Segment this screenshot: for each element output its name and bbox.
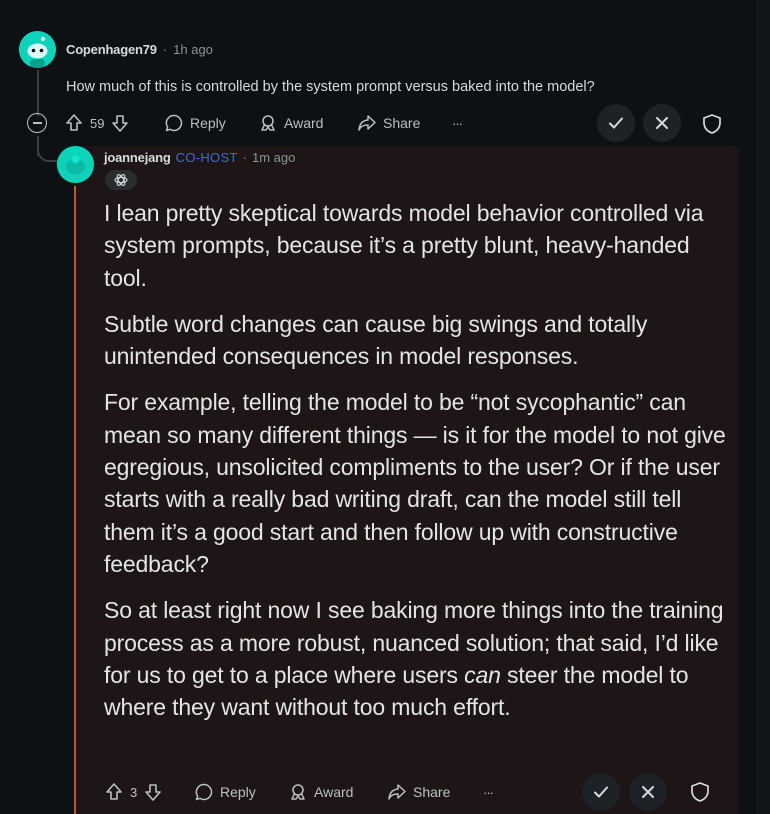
timestamp[interactable]: 1h ago [173,42,213,57]
reply-header: joannejang CO-HOST · 1m ago [104,148,295,166]
remove-button[interactable] [629,773,667,811]
upvote-icon[interactable] [104,782,124,802]
scrollbar[interactable] [756,0,770,814]
close-icon [642,786,654,798]
avatar[interactable] [57,146,94,183]
vote-group: 59 [64,109,130,137]
vote-count: 3 [130,784,138,800]
award-icon [261,115,275,131]
shield-icon [691,782,709,802]
minus-icon [32,122,42,124]
more-options-button[interactable]: ··· [452,109,463,137]
share-label: Share [383,115,421,131]
checkmark-icon [594,786,608,798]
snoo-avatar-icon [19,31,56,68]
reply-paragraph: Subtle word changes can cause big swings… [104,310,648,370]
close-icon [656,117,668,129]
comment-header: Copenhagen79 · 1h ago [66,40,213,58]
cohost-flair: CO-HOST [175,149,238,165]
upvote-icon[interactable] [64,113,84,133]
reply-paragraph: I lean pretty skeptical towards model be… [104,200,704,291]
username[interactable]: joannejang [104,150,171,165]
mod-shield-button[interactable] [700,112,724,136]
award-label: Award [314,784,354,800]
comment-body: How much of this is controlled by the sy… [66,79,595,95]
award-button[interactable]: Award [288,778,353,806]
avatar[interactable] [19,31,56,68]
comment-bubble-icon [165,114,183,132]
downvote-icon[interactable] [110,113,130,133]
share-icon [388,784,406,800]
award-label: Award [284,115,324,131]
user-badge [105,170,137,190]
collapse-button[interactable] [27,113,47,133]
openai-logo-icon [114,174,128,186]
award-button[interactable]: Award [258,109,323,137]
downvote-icon[interactable] [143,782,163,802]
reply-label: Reply [220,784,256,800]
snoo-avatar-icon [57,146,94,183]
more-options-icon: ··· [452,115,463,131]
reply-button[interactable]: Reply [194,778,256,806]
vote-group: 3 [104,778,163,806]
thread-line [37,70,39,116]
share-label: Share [413,784,451,800]
mod-shield-button[interactable] [688,780,712,804]
reply-body: I lean pretty skeptical towards model be… [104,197,734,737]
share-icon [358,115,376,131]
award-icon [291,784,305,800]
username[interactable]: Copenhagen79 [66,42,157,57]
checkmark-icon [609,117,623,129]
share-button[interactable]: Share [387,778,450,806]
reply-paragraph: For example, telling the model to be “no… [104,389,726,577]
separator: · [162,41,168,57]
vote-count: 59 [90,115,105,131]
comment-bubble-icon [195,783,213,801]
share-button[interactable]: Share [357,109,420,137]
separator: · [242,149,248,165]
reply-button[interactable]: Reply [164,109,226,137]
approve-button[interactable] [597,104,635,142]
remove-button[interactable] [643,104,681,142]
shield-icon [703,114,721,134]
more-options-button[interactable]: ··· [483,778,494,806]
reply-label: Reply [190,115,226,131]
reply-paragraph: So at least right now I see baking more … [104,594,734,723]
emphasized-text: can [464,661,501,688]
approve-button[interactable] [582,773,620,811]
more-options-icon: ··· [483,784,494,800]
timestamp[interactable]: 1m ago [252,150,295,165]
